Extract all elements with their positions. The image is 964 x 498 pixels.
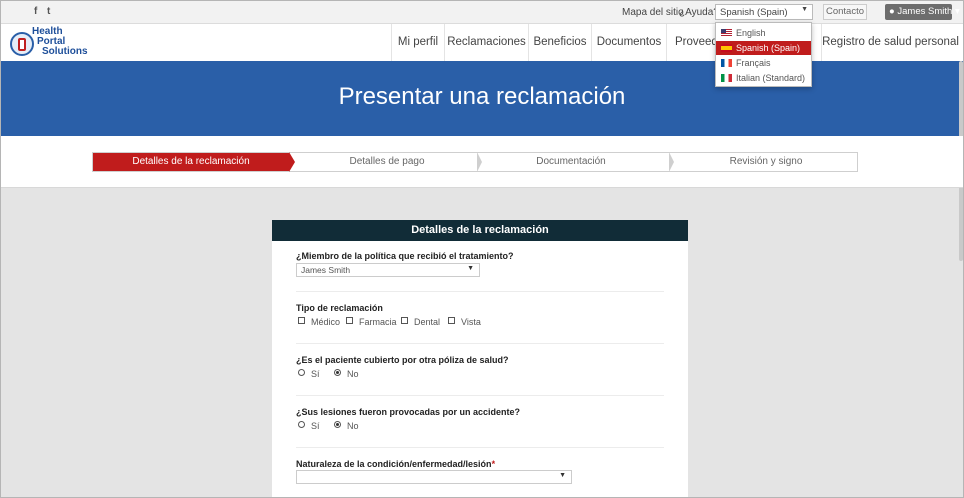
member-select-value: James Smith	[301, 265, 351, 275]
other-policy-yes-radio[interactable]: Sí	[298, 369, 320, 379]
contact-button[interactable]: Contacto	[823, 4, 867, 20]
other-policy-question: ¿Es el paciente cubierto por otra póliza…	[296, 355, 509, 365]
divider	[296, 291, 664, 292]
accident-yes-radio[interactable]: Sí	[298, 421, 320, 431]
claim-type-dental-checkbox[interactable]: Dental	[401, 317, 440, 327]
step-arrow-icon	[477, 152, 482, 172]
checkbox-icon	[346, 317, 353, 324]
condition-label: Naturaleza de la condición/enfermedad/le…	[296, 459, 496, 469]
chevron-down-icon: ▾	[954, 6, 960, 17]
stepper-area: Detalles de la reclamación Detalles de p…	[1, 136, 963, 188]
member-select[interactable]: James Smith ▼	[296, 263, 480, 277]
radio-selected-icon	[334, 369, 341, 376]
main-header: Health Portal Solutions Mi perfil Reclam…	[1, 24, 963, 61]
us-flag-icon	[721, 29, 732, 37]
other-policy-no-radio[interactable]: No	[334, 369, 359, 379]
language-select[interactable]: Spanish (Spain) ▼	[715, 4, 813, 20]
browser-frame: f t Mapa del sitio ¿Ayuda? Spanish (Spai…	[0, 0, 964, 498]
nav-item-benefits[interactable]: Beneficios	[528, 24, 591, 61]
page-banner: Presentar una reclamación	[1, 61, 963, 136]
claim-type-medical-checkbox[interactable]: Médico	[298, 317, 340, 327]
step-payment-details[interactable]: Detalles de pago	[297, 153, 477, 171]
france-flag-icon	[721, 59, 732, 67]
user-name: James Smith	[897, 6, 953, 17]
radio-selected-icon	[334, 421, 341, 428]
step-claim-details[interactable]: Detalles de la reclamación	[93, 153, 289, 171]
radio-icon	[298, 421, 305, 428]
logo[interactable]: Health Portal Solutions	[10, 27, 90, 59]
claim-type-label: Tipo de reclamación	[296, 303, 383, 313]
claim-type-vision-checkbox[interactable]: Vista	[448, 317, 481, 327]
chevron-down-icon: ▼	[801, 6, 808, 13]
divider	[296, 395, 664, 396]
step-documentation[interactable]: Documentación	[483, 153, 659, 171]
claim-form-card: Detalles de la reclamación ¿Miembro de l…	[272, 220, 688, 497]
step-arrow-icon	[669, 152, 674, 172]
language-option-italian[interactable]: Italian (Standard)	[716, 71, 811, 85]
logo-mark-icon	[10, 32, 34, 56]
checkbox-icon	[448, 317, 455, 324]
chevron-down-icon: ▼	[467, 265, 474, 272]
language-option-english[interactable]: English	[716, 26, 811, 40]
language-select-value: Spanish (Spain)	[720, 7, 788, 18]
accident-question: ¿Sus lesiones fueron provocadas por un a…	[296, 407, 521, 417]
nav-item-profile[interactable]: Mi perfil	[391, 24, 444, 61]
language-option-spanish[interactable]: Spanish (Spain)	[716, 41, 811, 55]
utility-bar: f t Mapa del sitio ¿Ayuda? Spanish (Spai…	[1, 1, 963, 24]
facebook-icon[interactable]: f	[34, 6, 37, 17]
member-question: ¿Miembro de la política que recibió el t…	[296, 251, 514, 261]
page-title: Presentar una reclamación	[338, 83, 626, 110]
nav-item-claims[interactable]: Reclamaciones	[444, 24, 528, 61]
radio-icon	[298, 369, 305, 376]
italy-flag-icon	[721, 74, 732, 82]
spain-flag-icon	[721, 44, 732, 52]
user-menu-button[interactable]: ● James Smith ▾	[885, 4, 960, 20]
language-dropdown-menu: English Spanish (Spain) Français Italian…	[715, 22, 812, 87]
claim-stepper: Detalles de la reclamación Detalles de p…	[92, 152, 858, 172]
sitemap-link[interactable]: Mapa del sitio	[622, 7, 684, 18]
nav-item-health-record[interactable]: Registro de salud personal	[821, 24, 959, 61]
step-review-sign[interactable]: Revisión y signo	[675, 153, 857, 171]
logo-text: Health Portal Solutions	[32, 26, 88, 57]
accident-no-radio[interactable]: No	[334, 421, 359, 431]
divider	[296, 343, 664, 344]
nav-item-providers[interactable]: Proveedo	[666, 24, 722, 61]
language-option-french[interactable]: Français	[716, 56, 811, 70]
form-heading: Detalles de la reclamación	[272, 220, 688, 241]
claim-type-pharmacy-checkbox[interactable]: Farmacia	[346, 317, 397, 327]
checkbox-icon	[298, 317, 305, 324]
checkbox-icon	[401, 317, 408, 324]
help-link[interactable]: ¿Ayuda?	[679, 7, 719, 18]
twitter-icon[interactable]: t	[47, 6, 50, 17]
nav-item-documents[interactable]: Documentos	[591, 24, 666, 61]
user-icon: ●	[889, 6, 895, 17]
divider	[296, 447, 664, 448]
step-arrow-icon	[289, 152, 295, 172]
condition-select[interactable]: ▼	[296, 470, 572, 484]
chevron-down-icon: ▼	[559, 472, 566, 479]
required-mark: *	[491, 459, 496, 469]
